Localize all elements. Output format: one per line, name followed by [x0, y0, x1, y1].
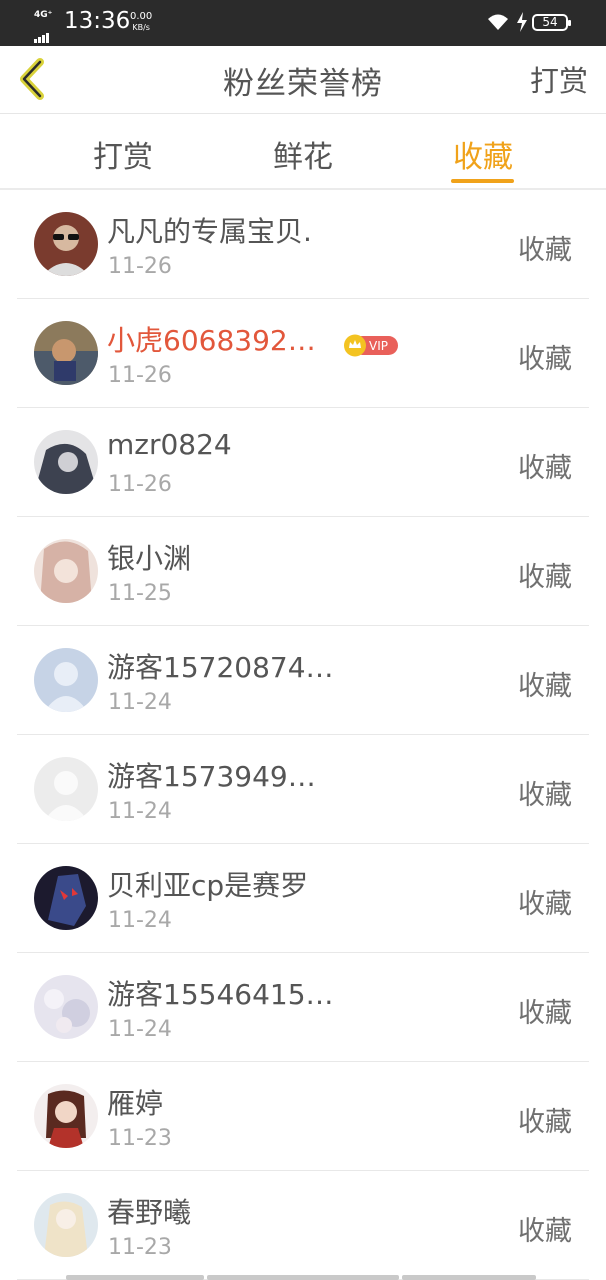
list-item[interactable]: 春野曦 11-23 收藏 [0, 1171, 606, 1280]
fan-date: 11-26 [108, 363, 172, 388]
list-item[interactable]: 小虎6068392… VIP 11-26 收藏 [0, 299, 606, 408]
fan-name: 春野曦 [107, 1196, 192, 1229]
fan-list: 凡凡的专属宝贝. 11-26 收藏 小虎6068392… VIP 11-26 收… [0, 190, 606, 1280]
fan-name: mzr0824 [107, 428, 232, 461]
fan-date: 11-24 [108, 799, 172, 824]
fan-name: 银小渊 [107, 542, 192, 575]
fan-date: 11-26 [108, 254, 172, 279]
avatar [34, 539, 98, 603]
fan-name: 小虎6068392… [107, 324, 316, 357]
list-item[interactable]: 凡凡的专属宝贝. 11-26 收藏 [0, 190, 606, 299]
fan-date: 11-24 [108, 690, 172, 715]
avatar [34, 430, 98, 494]
network-type: 4G⁺ [34, 10, 53, 20]
favorite-label: 收藏 [518, 344, 572, 375]
list-item[interactable]: 贝利亚cp是赛罗 11-24 收藏 [0, 844, 606, 953]
vip-label: VIP [369, 339, 388, 353]
fan-date: 11-23 [108, 1126, 172, 1151]
wifi-icon [488, 14, 508, 30]
favorite-label: 收藏 [518, 562, 572, 593]
reward-button[interactable]: 打赏 [530, 58, 588, 100]
battery-icon: 54 [532, 14, 571, 31]
favorite-label: 收藏 [518, 1107, 572, 1138]
favorite-label: 收藏 [518, 780, 572, 811]
list-item[interactable]: 游客1573949… 11-24 收藏 [0, 735, 606, 844]
fan-date: 11-24 [108, 1017, 172, 1042]
tab-favorites[interactable]: 收藏 [418, 132, 548, 176]
tab-bar: 打赏 鲜花 收藏 [0, 114, 606, 190]
status-bar: 4G⁺ 13:36 0.00 KB/s 54 [0, 0, 606, 46]
fan-date: 11-23 [108, 1235, 172, 1260]
fan-name: 凡凡的专属宝贝. [107, 215, 312, 248]
avatar [34, 321, 98, 385]
fan-name: 游客15546415… [107, 978, 334, 1011]
signal-icon: 4G⁺ [32, 10, 58, 43]
fan-date: 11-25 [108, 581, 172, 606]
active-tab-indicator [451, 179, 514, 183]
avatar [34, 648, 98, 712]
charging-icon [517, 12, 527, 32]
list-item[interactable]: mzr0824 11-26 收藏 [0, 408, 606, 517]
fan-date: 11-26 [108, 472, 172, 497]
avatar [34, 1193, 98, 1257]
page-title: 粉丝荣誉榜 [223, 66, 383, 102]
list-item[interactable]: 游客15720874… 11-24 收藏 [0, 626, 606, 735]
tab-reward[interactable]: 打赏 [58, 132, 188, 176]
favorite-label: 收藏 [518, 1216, 572, 1247]
favorite-label: 收藏 [518, 998, 572, 1029]
fan-name: 游客1573949… [107, 760, 316, 793]
list-item[interactable]: 银小渊 11-25 收藏 [0, 517, 606, 626]
fan-date: 11-24 [108, 908, 172, 933]
avatar [34, 757, 98, 821]
battery-level: 54 [542, 15, 558, 29]
fan-name: 贝利亚cp是赛罗 [107, 869, 309, 902]
tab-flowers[interactable]: 鲜花 [238, 132, 368, 176]
header: 粉丝荣誉榜 打赏 [0, 46, 606, 114]
favorite-label: 收藏 [518, 889, 572, 920]
fan-name: 游客15720874… [107, 651, 334, 684]
favorite-label: 收藏 [518, 453, 572, 484]
favorite-label: 收藏 [518, 671, 572, 702]
vip-badge: VIP [344, 334, 398, 357]
avatar [34, 975, 98, 1039]
list-item[interactable]: 雁婷 11-23 收藏 [0, 1062, 606, 1171]
avatar [34, 866, 98, 930]
clock: 13:36 [64, 8, 131, 34]
speed-unit: KB/s [132, 23, 150, 32]
speed-value: 0.00 [130, 11, 153, 22]
network-speed: 0.00 KB/s [130, 11, 152, 33]
list-item[interactable]: 游客15546415… 11-24 收藏 [0, 953, 606, 1062]
fan-name: 雁婷 [107, 1087, 164, 1120]
favorite-label: 收藏 [518, 235, 572, 266]
avatar [34, 1084, 98, 1148]
bottom-scroll-indicator [66, 1275, 536, 1280]
avatar [34, 212, 98, 276]
